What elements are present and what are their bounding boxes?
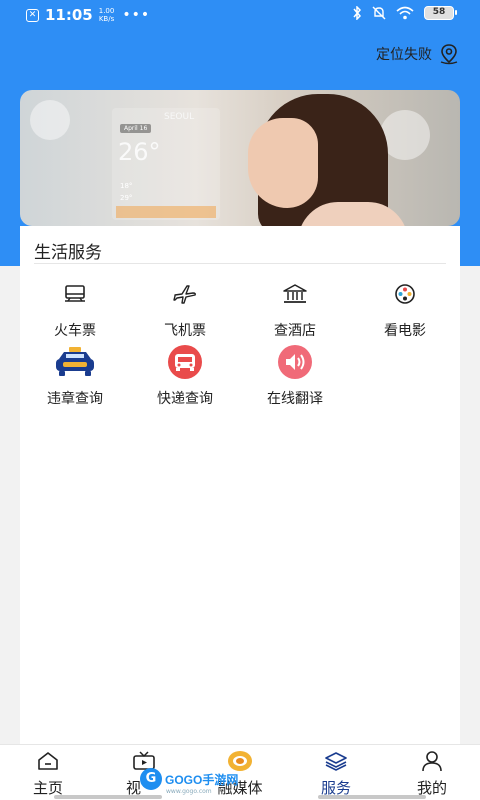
home-icon xyxy=(8,749,88,773)
bottom-tab-bar: 主页 视 融媒体 服务 我的 xyxy=(0,744,480,800)
delivery-truck-icon xyxy=(140,344,230,380)
nav-indicator xyxy=(54,795,162,799)
service-label: 看电影 xyxy=(384,323,426,339)
service-flight-tickets[interactable]: 飞机票 xyxy=(140,276,230,340)
network-speed: 1.00 KB/s xyxy=(98,7,115,23)
weather-range: 18° 29° xyxy=(120,182,133,202)
nav-indicator xyxy=(318,795,426,799)
weather-temperature: 26° xyxy=(118,138,161,166)
service-hotel-search[interactable]: 查酒店 xyxy=(250,276,340,340)
service-label: 在线翻译 xyxy=(267,391,323,407)
watermark-url: www.gogo.com xyxy=(166,788,212,795)
tab-home[interactable]: 主页 xyxy=(8,749,88,798)
battery-indicator: 58 xyxy=(424,6,457,20)
watermark-logo: G GOGO手游网 www.gogo.com xyxy=(140,768,239,795)
wifi-icon xyxy=(396,6,414,20)
layers-icon xyxy=(296,749,376,773)
service-violation-query[interactable]: 违章查询 xyxy=(30,344,120,408)
weather-city: SEOUL xyxy=(164,112,195,122)
film-reel-icon xyxy=(360,276,450,312)
more-indicator: ••• xyxy=(122,7,151,23)
section-title: 生活服务 xyxy=(34,243,102,263)
bluetooth-icon xyxy=(353,6,362,20)
watermark-brand: GOGO手游网 xyxy=(165,772,239,787)
promo-banner[interactable]: SEOUL April 16 26° 18° 29° xyxy=(20,90,460,226)
service-online-translate[interactable]: 在线翻译 xyxy=(250,344,340,408)
weather-forecast-strip xyxy=(116,206,216,218)
service-label: 快递查询 xyxy=(157,391,213,407)
service-label: 查酒店 xyxy=(274,323,316,339)
tab-services[interactable]: 服务 xyxy=(296,749,376,798)
tab-profile[interactable]: 我的 xyxy=(392,749,472,798)
location-label: 定位失败 xyxy=(376,47,432,63)
status-bar: ✕ 11:05 1.00 KB/s ••• 58 xyxy=(0,0,480,30)
train-icon xyxy=(30,276,120,312)
service-label: 火车票 xyxy=(54,323,96,339)
status-time: 11:05 xyxy=(45,6,93,24)
watermark-g-icon: G xyxy=(140,768,162,790)
mute-bell-icon xyxy=(372,6,386,20)
hotel-icon xyxy=(250,276,340,312)
airplane-icon xyxy=(140,276,230,312)
woman-portrait-image xyxy=(238,90,408,226)
location-button[interactable]: 定位失败 xyxy=(376,43,460,65)
location-pin-icon xyxy=(440,44,458,65)
service-label: 违章查询 xyxy=(47,391,103,407)
life-services-card: 生活服务 火车票 飞机票 查酒店 看电影 违章查询 快递查询 在线翻译 xyxy=(20,226,460,746)
divider xyxy=(34,263,446,264)
taxi-icon xyxy=(30,344,120,380)
user-icon xyxy=(392,749,472,773)
speaker-icon xyxy=(250,344,340,380)
weather-date: April 16 xyxy=(120,124,152,133)
notification-icon: ✕ xyxy=(26,8,39,22)
service-express-tracking[interactable]: 快递查询 xyxy=(140,344,230,408)
service-label: 飞机票 xyxy=(164,323,206,339)
service-train-tickets[interactable]: 火车票 xyxy=(30,276,120,340)
service-movies[interactable]: 看电影 xyxy=(360,276,450,340)
weather-widget-image: SEOUL April 16 26° 18° 29° xyxy=(112,108,220,220)
